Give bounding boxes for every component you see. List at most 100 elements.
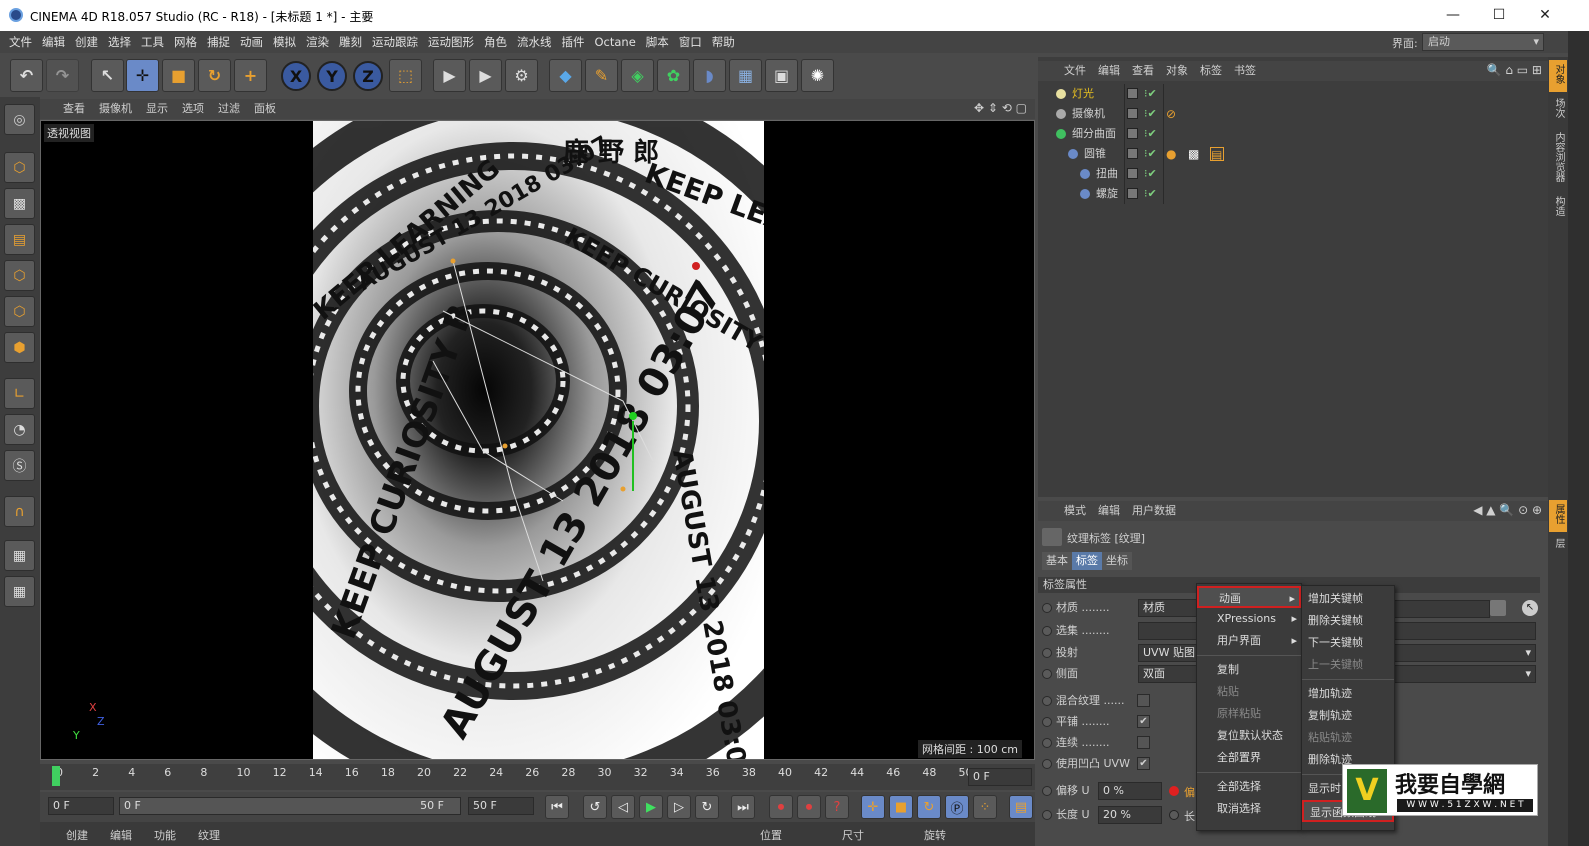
context-menu-item[interactable]: XPressions ▸ <box>1197 608 1301 630</box>
tweak-mode-icon[interactable]: ◔ <box>4 414 35 445</box>
camera-icon[interactable]: ▣ <box>765 59 798 92</box>
object-row[interactable]: 圆锥 ⁝✔ <box>1038 144 1548 164</box>
vertical-scrollbar[interactable] <box>1568 31 1589 846</box>
object-name[interactable]: 螺旋 <box>1096 184 1118 204</box>
tab-basic[interactable]: 基本 <box>1042 552 1072 570</box>
context-menu-item[interactable]: 全部选择 <box>1197 776 1301 798</box>
context-menu-item[interactable]: 用户界面 ▸ <box>1197 630 1301 652</box>
offset-keyframe-icon[interactable] <box>1169 786 1179 796</box>
object-menu-item[interactable]: 标签 <box>1194 61 1228 81</box>
menu-item[interactable]: 文件 <box>4 31 37 53</box>
context-menu-item[interactable]: 删除关键帧 <box>1302 610 1394 632</box>
play-icon[interactable]: ▶ <box>639 795 663 819</box>
minimize-button[interactable]: — <box>1430 2 1476 28</box>
visibility-icon[interactable]: ⁝✔ <box>1144 164 1157 184</box>
auto-key-icon[interactable]: ⏺ <box>797 795 821 819</box>
context-menu-item[interactable]: 原样粘贴 <box>1197 703 1301 725</box>
perspective-viewport[interactable]: KEEP LEARNING AUGUST 13 2018 03:07 KEEP … <box>40 120 1035 760</box>
menu-item[interactable]: 网格 <box>169 31 202 53</box>
layer-checkbox[interactable] <box>1127 88 1138 99</box>
timeline-window-icon[interactable]: ▤ <box>1009 795 1033 819</box>
object-name[interactable]: 摄像机 <box>1072 104 1105 124</box>
next-frame-icon[interactable]: ▷ <box>667 795 691 819</box>
material-preview-icon[interactable] <box>1490 600 1506 616</box>
visibility-icon[interactable]: ⁝✔ <box>1144 84 1157 104</box>
viewport-menu-item[interactable]: 摄像机 <box>92 99 139 119</box>
menu-item[interactable]: 工具 <box>136 31 169 53</box>
material-manager-menu-item[interactable]: 功能 <box>154 827 176 843</box>
viewport-menu-item[interactable]: 显示 <box>139 99 175 119</box>
record-icon[interactable]: ⏺ <box>769 795 793 819</box>
redo-button[interactable]: ↷ <box>46 59 79 92</box>
material-manager-menu-item[interactable]: 纹理 <box>198 827 220 843</box>
menu-item[interactable]: 脚本 <box>641 31 674 53</box>
visibility-icon[interactable]: ⁝✔ <box>1144 144 1157 164</box>
menu-item[interactable]: 动画 <box>235 31 268 53</box>
lock-z-button[interactable]: Z <box>353 61 383 91</box>
deformer-icon[interactable]: ◗ <box>693 59 726 92</box>
animate-radio[interactable] <box>1042 786 1052 796</box>
animate-radio[interactable] <box>1042 738 1052 748</box>
frame-range-slider[interactable]: 0 F 50 F <box>119 797 461 815</box>
lock-x-button[interactable]: X <box>281 61 311 91</box>
context-menu-item[interactable]: 上一关键帧 <box>1302 654 1394 676</box>
animate-radio[interactable] <box>1042 603 1052 613</box>
property-value-field[interactable]: 材质 <box>1138 599 1198 617</box>
attribute-nav-icons[interactable]: ◀ ▲ 🔍 ⊙ ⊕ <box>1473 503 1542 517</box>
viewport-menu-item[interactable]: 查看 <box>56 99 92 119</box>
animate-radio[interactable] <box>1042 626 1052 636</box>
prev-frame-icon[interactable]: ◁ <box>611 795 635 819</box>
lock-y-button[interactable]: Y <box>317 61 347 91</box>
animate-radio[interactable] <box>1042 669 1052 679</box>
attribute-menu-item[interactable]: 编辑 <box>1092 501 1126 521</box>
key-scale-icon[interactable]: ■ <box>889 795 913 819</box>
render-picture-viewer-icon[interactable]: ▶ <box>469 59 502 92</box>
menu-item[interactable]: Octane <box>590 31 641 53</box>
material-manager-menu-item[interactable]: 编辑 <box>110 827 132 843</box>
property-number-field[interactable]: 20 % <box>1098 806 1162 824</box>
workplane-lock-icon[interactable]: ▦ <box>4 540 35 571</box>
render-settings-icon[interactable]: ⚙ <box>505 59 538 92</box>
menu-item[interactable]: 编辑 <box>37 31 70 53</box>
menu-item[interactable]: 运动跟踪 <box>367 31 423 53</box>
render-view-icon[interactable]: ▶ <box>433 59 466 92</box>
viewport-menu-item[interactable]: 过滤 <box>211 99 247 119</box>
phong-tag-icon[interactable]: ● <box>1166 147 1180 161</box>
next-key-icon[interactable]: ↻ <box>695 795 719 819</box>
property-checkbox[interactable]: ✔ <box>1137 715 1150 728</box>
animate-radio[interactable] <box>1042 717 1052 727</box>
layer-checkbox[interactable] <box>1127 188 1138 199</box>
object-menu-item[interactable]: 编辑 <box>1092 61 1126 81</box>
object-menu-item[interactable]: 书签 <box>1228 61 1262 81</box>
context-menu-item[interactable]: 复制 <box>1197 659 1301 681</box>
menu-item[interactable]: 渲染 <box>301 31 334 53</box>
axis-mode-icon[interactable]: ∟ <box>4 378 35 409</box>
viewport-menu-item[interactable]: 面板 <box>247 99 283 119</box>
menu-item[interactable]: 帮助 <box>707 31 740 53</box>
texture-mode-icon[interactable]: ▩ <box>4 188 35 219</box>
context-menu-item[interactable]: 全部置界 <box>1197 747 1301 769</box>
menu-item[interactable]: 角色 <box>479 31 512 53</box>
object-name[interactable]: 圆锥 <box>1084 144 1106 164</box>
material-manager-menu-item[interactable]: 创建 <box>66 827 88 843</box>
protection-tag-icon[interactable]: ⊘ <box>1166 107 1180 121</box>
property-value-field[interactable]: 双面 <box>1138 665 1198 683</box>
object-name[interactable]: 扭曲 <box>1096 164 1118 184</box>
object-menu-item[interactable]: 对象 <box>1160 61 1194 81</box>
floor-icon[interactable]: ▦ <box>729 59 762 92</box>
tab-tag[interactable]: 标签 <box>1072 552 1102 570</box>
length-keyframe-icon[interactable] <box>1169 810 1179 820</box>
object-manager-tools-icon[interactable]: 🔍 ⌂ ▭ ⊞ <box>1487 63 1542 77</box>
context-menu-item[interactable]: 增加关键帧 <box>1302 588 1394 610</box>
visibility-icon[interactable]: ⁝✔ <box>1144 104 1157 124</box>
rotate-tool-icon[interactable]: ↻ <box>198 59 231 92</box>
attribute-menu-item[interactable]: 模式 <box>1058 501 1092 521</box>
make-editable-icon[interactable]: ◎ <box>4 104 35 135</box>
menu-item[interactable]: 捕捉 <box>202 31 235 53</box>
viewport-menu-item[interactable]: 选项 <box>175 99 211 119</box>
playhead[interactable] <box>52 766 60 786</box>
property-checkbox[interactable]: ✔ <box>1137 757 1150 770</box>
visibility-icon[interactable]: ⁝✔ <box>1144 124 1157 144</box>
context-menu-item[interactable]: 粘贴轨迹 <box>1302 727 1394 749</box>
prev-key-icon[interactable]: ↺ <box>583 795 607 819</box>
